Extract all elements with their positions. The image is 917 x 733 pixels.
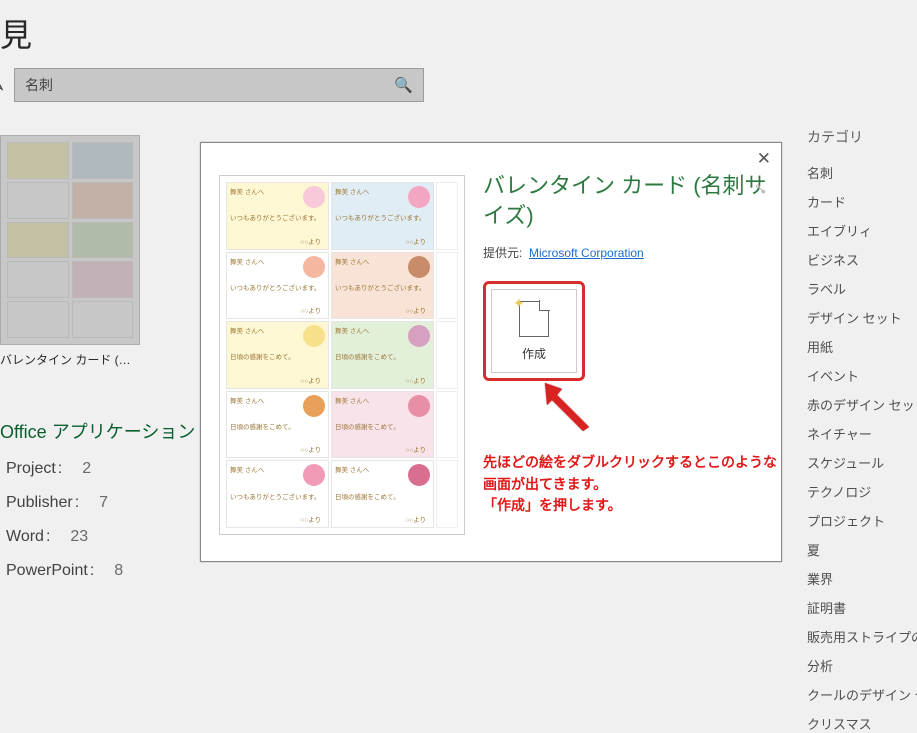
template-thumbnail[interactable] <box>0 135 140 345</box>
category-item[interactable]: 夏 <box>807 540 917 559</box>
category-item[interactable]: カード <box>807 192 917 211</box>
app-filter-word[interactable]: Word23 <box>6 528 123 546</box>
provider-link[interactable]: Microsoft Corporation <box>529 246 644 260</box>
template-provider: 提供元: Microsoft Corporation <box>483 244 767 261</box>
category-item[interactable]: スケジュール <box>807 453 917 472</box>
search-value: 名刺 <box>25 75 53 95</box>
home-fragment: ム <box>0 75 4 95</box>
new-document-icon: ✦ <box>519 301 549 337</box>
category-item[interactable]: プロジェクト <box>807 511 917 530</box>
category-item[interactable]: クリスマス <box>807 714 917 733</box>
category-item[interactable]: エイブリィ <box>807 221 917 240</box>
app-filter-project[interactable]: Project2 <box>6 460 123 478</box>
category-item[interactable]: 赤のデザイン セット <box>807 395 917 414</box>
section-heading-office-apps: Office アプリケーション <box>0 418 195 444</box>
category-item[interactable]: デザイン セット <box>807 308 917 327</box>
category-item[interactable]: クールのデザイン セ <box>807 685 917 704</box>
template-title: バレンタイン カード (名刺サイズ) <box>483 171 767 230</box>
template-preview-dialog: ✕ 舞美 さんへいつもありがとうございます。○○より 舞美 さんへいつもありがと… <box>200 142 782 562</box>
template-search-input[interactable]: 名刺 🔍 <box>14 68 424 102</box>
category-item[interactable]: ラベル <box>807 279 917 298</box>
category-item[interactable]: 販売用ストライプの <box>807 627 917 646</box>
category-item[interactable]: イベント <box>807 366 917 385</box>
page-title: 見 <box>0 10 32 56</box>
close-icon[interactable]: ✕ <box>757 149 771 169</box>
annotation-highlight: ✦ 作成 <box>483 281 585 381</box>
category-item[interactable]: ビジネス <box>807 250 917 269</box>
category-item[interactable]: 証明書 <box>807 598 917 617</box>
template-large-preview: 舞美 さんへいつもありがとうございます。○○より 舞美 さんへいつもありがとうご… <box>219 175 465 535</box>
annotation-arrow-icon <box>537 375 597 435</box>
category-item[interactable]: 用紙 <box>807 337 917 356</box>
annotation-text: 先ほどの絵をダブルクリックするとこのような画面が出てきます。 「作成」を押します… <box>483 452 781 517</box>
create-label: 作成 <box>522 345 546 362</box>
search-icon[interactable]: 🔍 <box>394 76 413 94</box>
app-filter-publisher[interactable]: Publisher7 <box>6 494 123 512</box>
category-item[interactable]: 分析 <box>807 656 917 675</box>
category-item[interactable]: 業界 <box>807 569 917 588</box>
category-item[interactable]: テクノロジ <box>807 482 917 501</box>
category-heading: カテゴリ <box>807 127 917 147</box>
category-item[interactable]: ネイチャー <box>807 424 917 443</box>
create-button[interactable]: ✦ 作成 <box>491 289 577 373</box>
app-filter-powerpoint[interactable]: PowerPoint8 <box>6 562 123 580</box>
category-item[interactable]: 名刺 <box>807 163 917 182</box>
template-thumbnail-caption: バレンタイン カード (… <box>0 351 150 368</box>
